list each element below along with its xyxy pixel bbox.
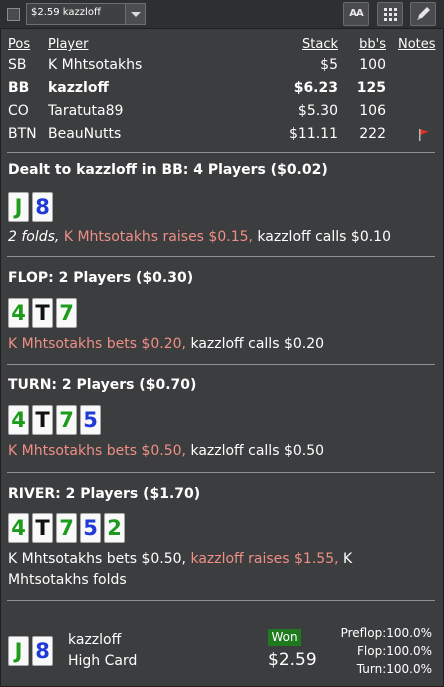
grid-icon (394, 13, 397, 16)
header-stack[interactable]: Stack (302, 37, 338, 52)
playing-card: J (8, 192, 29, 222)
player-name: kazzloff (48, 80, 109, 96)
edit-button[interactable] (410, 2, 436, 26)
player-pos: CO (8, 103, 29, 119)
playing-card: 4 (8, 405, 29, 435)
divider (7, 364, 435, 365)
grid-icon (389, 8, 392, 11)
action-call: kazzloff calls $0.10 (257, 229, 391, 245)
playing-card: 7 (56, 513, 77, 543)
grid-icon (389, 18, 392, 21)
playing-card: J (8, 636, 29, 666)
won-badge: Won (268, 629, 301, 646)
hand-select-value: $2.59 kazzloff (31, 7, 101, 18)
preflop-actions: 2 folds, K Mhtsotakhs raises $0.15, kazz… (8, 227, 433, 248)
font-size-button[interactable]: AA (343, 2, 369, 26)
playing-card: 5 (80, 513, 101, 543)
result-player: kazzloff (68, 632, 122, 648)
player-row[interactable]: CO Taratuta89 $5.30 106 (0, 103, 444, 125)
action-raise: K Mhtsotakhs raises $0.15, (63, 229, 253, 245)
action-call: kazzloff calls $0.50 (190, 443, 325, 459)
player-stack: $5.30 (297, 103, 338, 119)
player-row-hero[interactable]: BB kazzloff $6.23 125 (0, 80, 444, 102)
player-pos: SB (8, 57, 27, 73)
action-bet: K Mhtsotakhs bets $0.50, (8, 551, 186, 567)
playing-card: 8 (32, 636, 53, 666)
playing-card: 7 (56, 298, 77, 328)
player-row[interactable]: BTN BeauNutts $11.11 222 (0, 126, 444, 148)
equity-flop: Flop:100.0% (357, 644, 432, 658)
action-bet: K Mhtsotakhs bets $0.20, (8, 336, 186, 352)
turn-actions: K Mhtsotakhs bets $0.50, kazzloff calls … (8, 441, 433, 462)
toolbar: $2.59 kazzloff AA (0, 0, 444, 29)
action-folds: 2 folds, (8, 229, 60, 245)
playing-card: T (32, 513, 53, 543)
divider (7, 152, 435, 153)
player-name: K Mhtsotakhs (48, 57, 143, 73)
grid-icon (394, 18, 397, 21)
flop-actions: K Mhtsotakhs bets $0.20, kazzloff calls … (8, 334, 433, 355)
equity-turn: Turn:100.0% (356, 662, 432, 676)
action-call: kazzloff calls $0.20 (190, 336, 325, 352)
player-pos: BTN (8, 126, 37, 142)
grid-icon (384, 8, 387, 11)
player-pos: BB (8, 80, 30, 96)
flop-title: FLOP: 2 Players ($0.30) (8, 270, 194, 286)
player-stack: $6.23 (293, 80, 338, 96)
preflop-title: Dealt to kazzloff in BB: 4 Players ($0.0… (8, 162, 328, 178)
action-bet: K Mhtsotakhs bets $0.50, (8, 443, 186, 459)
player-stack: $11.11 (289, 126, 338, 142)
player-bbs: 222 (359, 126, 386, 142)
pencil-icon (417, 7, 430, 20)
result-hand: High Card (68, 653, 138, 669)
playing-card: 4 (8, 513, 29, 543)
divider (7, 256, 435, 257)
select-checkbox[interactable] (7, 8, 20, 21)
equity-preflop: Preflop:100.0% (340, 626, 432, 640)
playing-card: T (32, 298, 53, 328)
header-player[interactable]: Player (48, 37, 88, 52)
chevron-down-icon[interactable] (125, 4, 145, 24)
grid-icon (394, 8, 397, 11)
red-flag-icon[interactable] (418, 128, 431, 141)
divider (7, 472, 435, 473)
divider (7, 600, 435, 601)
player-bbs: 106 (359, 103, 386, 119)
header-pos[interactable]: Pos (8, 37, 30, 52)
river-actions: K Mhtsotakhs bets $0.50, kazzloff raises… (8, 549, 433, 591)
playing-card: 5 (80, 405, 101, 435)
player-row[interactable]: SB K Mhtsotakhs $5 100 (0, 57, 444, 79)
player-stack: $5 (320, 57, 338, 73)
header-notes[interactable]: Notes (398, 37, 436, 52)
grid-icon (389, 13, 392, 16)
player-name: Taratuta89 (48, 103, 124, 119)
playing-card: 7 (56, 405, 77, 435)
turn-title: TURN: 2 Players ($0.70) (8, 377, 197, 393)
won-amount: $2.59 (268, 650, 317, 670)
grid-icon (384, 13, 387, 16)
grid-icon (384, 18, 387, 21)
action-raise: kazzloff raises $1.55, (190, 551, 339, 567)
hand-select-dropdown[interactable]: $2.59 kazzloff (26, 3, 146, 25)
river-title: RIVER: 2 Players ($1.70) (8, 486, 201, 502)
header-bbs[interactable]: bb's (359, 37, 386, 52)
player-bbs: 125 (356, 80, 386, 96)
playing-card: T (32, 405, 53, 435)
player-bbs: 100 (359, 57, 386, 73)
playing-card: 4 (8, 298, 29, 328)
player-name: BeauNutts (48, 126, 122, 142)
playing-card: 2 (104, 513, 125, 543)
grid-view-button[interactable] (377, 2, 403, 26)
playing-card: 8 (32, 192, 53, 222)
